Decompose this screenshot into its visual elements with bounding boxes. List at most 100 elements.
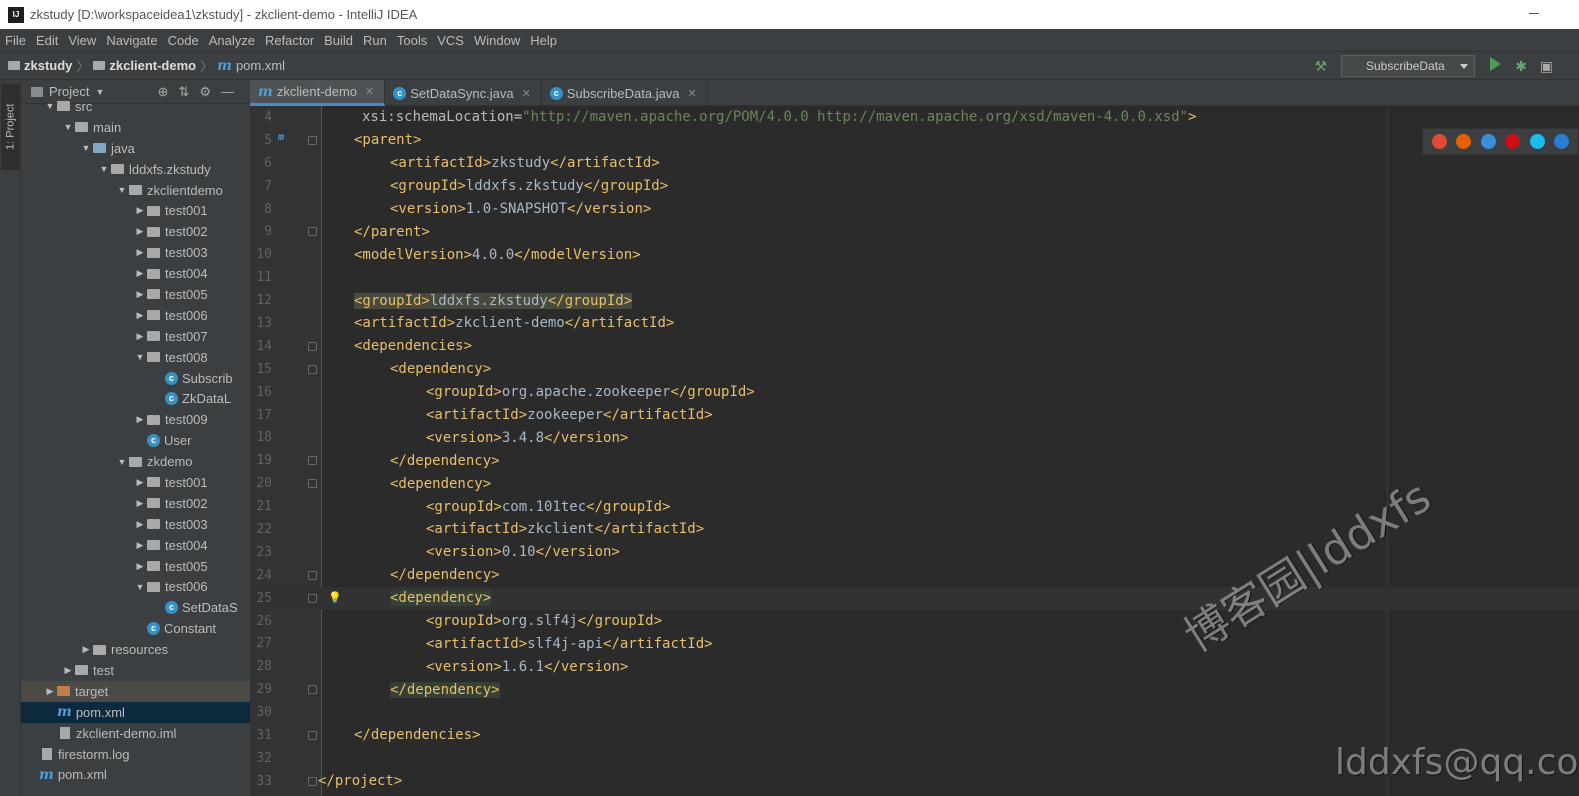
tree-item[interactable]: ▶ test004 [21,263,250,284]
expanded-arrow-icon[interactable]: ▼ [43,101,57,111]
tree-item[interactable]: ▼ test006 [21,576,250,597]
fold-marker-icon[interactable] [308,731,317,741]
tree-item[interactable]: ▼ test008 [21,347,250,368]
fold-marker-icon[interactable] [308,364,317,374]
code-line[interactable]: 11 [250,266,1579,289]
collapsed-arrow-icon[interactable]: ▶ [133,289,147,300]
expanded-arrow-icon[interactable]: ▼ [79,143,93,153]
tree-item[interactable]: ▶ test005 [21,556,250,577]
collapsed-arrow-icon[interactable]: ▶ [133,268,147,279]
tree-item[interactable]: ▶ test002 [21,493,250,514]
menu-vcs[interactable]: VCS [432,33,469,48]
code-line[interactable]: 29 </dependency> [250,678,1579,701]
fold-marker-icon[interactable] [308,570,317,580]
collapsed-arrow-icon[interactable]: ▶ [133,519,147,530]
menu-code[interactable]: Code [163,33,204,48]
menu-run[interactable]: Run [358,33,392,48]
tree-item[interactable]: ▶ test003 [21,514,250,535]
collapsed-arrow-icon[interactable]: ▶ [133,247,147,258]
tree-item[interactable]: c Subscrib [21,368,250,389]
tree-item[interactable]: ▼ zkclientdemo [21,180,250,201]
fold-marker-icon[interactable] [308,341,317,351]
code-editor[interactable]: 4 xsi:schemaLocation="http://maven.apache… [250,106,1579,796]
code-line[interactable]: 7 <groupId>lddxfs.zkstudy</groupId> [250,175,1579,198]
firefox-icon[interactable] [1456,134,1472,149]
collapsed-arrow-icon[interactable]: ▶ [79,644,93,655]
collapsed-arrow-icon[interactable]: ▶ [133,561,147,572]
code-line[interactable]: 5 m <parent> [250,129,1579,152]
fold-marker-icon[interactable] [308,227,317,237]
code-line[interactable]: 25 💡 <dependency> [250,586,1579,610]
collapsed-arrow-icon[interactable]: ▶ [133,498,147,509]
close-icon[interactable]: ✕ [688,87,697,100]
breadcrumb-module[interactable]: zkclient-demo [109,58,196,73]
tree-item[interactable]: firestorm.log [21,744,250,765]
tree-item[interactable]: c User [21,430,250,451]
minimize-button[interactable] [1529,13,1539,14]
code-line[interactable]: 12 <groupId>lddxfs.zkstudy</groupId> [250,289,1579,312]
code-line[interactable]: 28 <version>1.6.1</version> [250,655,1579,678]
tab-setdatasync-java[interactable]: c SetDataSync.java ✕ [385,80,542,106]
collapsed-arrow-icon[interactable]: ▶ [133,331,147,342]
code-line[interactable]: 13 <artifactId>zkclient-demo</artifactId> [250,312,1579,335]
menu-file[interactable]: File [0,33,31,48]
fold-marker-icon[interactable] [308,593,317,603]
collapsed-arrow-icon[interactable]: ▶ [133,310,147,321]
expanded-arrow-icon[interactable]: ▼ [133,352,147,362]
collapsed-arrow-icon[interactable]: ▶ [43,686,57,697]
tree-item[interactable]: ▼ zkdemo [21,451,250,472]
tab-zkclient-demo[interactable]: m zkclient-demo ✕ [250,80,386,106]
menu-help[interactable]: Help [525,33,562,48]
maven-parent-gutter-icon[interactable]: m [278,132,284,143]
close-icon[interactable]: ✕ [522,87,531,100]
run-button[interactable] [1490,57,1501,71]
tree-item[interactable]: ▶ test004 [21,535,250,556]
fold-marker-icon[interactable] [308,456,317,466]
code-line[interactable]: 14 <dependencies> [250,335,1579,358]
collapsed-arrow-icon[interactable]: ▶ [133,414,147,425]
code-line[interactable]: 10 <modelVersion>4.0.0</modelVersion> [250,243,1579,266]
project-tool-tab[interactable]: 1: Project [1,84,20,170]
expanded-arrow-icon[interactable]: ▼ [115,185,129,195]
tree-item[interactable]: ▶ test005 [21,284,250,305]
tree-item[interactable]: ▶ test003 [21,242,250,263]
menu-window[interactable]: Window [469,33,525,48]
menu-analyze[interactable]: Analyze [204,33,260,48]
tree-item[interactable]: ▶ test001 [21,200,250,221]
tree-item[interactable]: ▶ test007 [21,326,250,347]
tree-item[interactable]: c ZkDataL [21,388,250,409]
code-line[interactable]: 24 </dependency> [250,564,1579,587]
chrome-icon[interactable] [1431,134,1447,149]
safari-icon[interactable] [1480,134,1496,149]
collapsed-arrow-icon[interactable]: ▶ [133,226,147,237]
tree-item[interactable]: ▼ lddxfs.zkstudy [21,159,250,180]
collapsed-arrow-icon[interactable]: ▶ [61,665,75,676]
expanded-arrow-icon[interactable]: ▼ [133,582,147,592]
tree-item[interactable]: ▼ java [21,138,250,159]
menu-tools[interactable]: Tools [392,33,432,48]
expanded-arrow-icon[interactable]: ▼ [115,457,129,467]
menu-edit[interactable]: Edit [31,33,63,48]
lightbulb-icon[interactable]: 💡 [328,591,342,604]
code-line[interactable]: 9 </parent> [250,220,1579,243]
opera-icon[interactable] [1505,134,1521,149]
tree-item[interactable]: c SetDataS [21,597,250,618]
expanded-arrow-icon[interactable]: ▼ [97,164,111,174]
tree-item[interactable]: ▼ src [21,96,250,117]
tree-item[interactable]: ▶ test006 [21,305,250,326]
breadcrumb-project[interactable]: zkstudy [24,58,72,73]
code-line[interactable]: 27 <artifactId>slf4j-api</artifactId> [250,632,1579,655]
build-hammer-icon[interactable]: ⚒ [1314,58,1327,75]
edge-icon[interactable] [1554,134,1570,149]
tree-item[interactable]: ▼ main [21,117,250,138]
code-line[interactable]: 17 <artifactId>zookeeper</artifactId> [250,404,1579,427]
ie-icon[interactable] [1529,134,1545,149]
code-line[interactable]: 26 <groupId>org.slf4j</groupId> [250,610,1579,633]
chevron-down-icon[interactable]: ▼ [95,87,104,97]
code-line[interactable]: 30 [250,701,1579,724]
collapsed-arrow-icon[interactable]: ▶ [133,540,147,551]
menu-build[interactable]: Build [319,33,358,48]
debug-bug-icon[interactable]: ✱ [1515,58,1527,75]
fold-marker-icon[interactable] [308,479,317,489]
fold-marker-icon[interactable] [308,685,317,695]
